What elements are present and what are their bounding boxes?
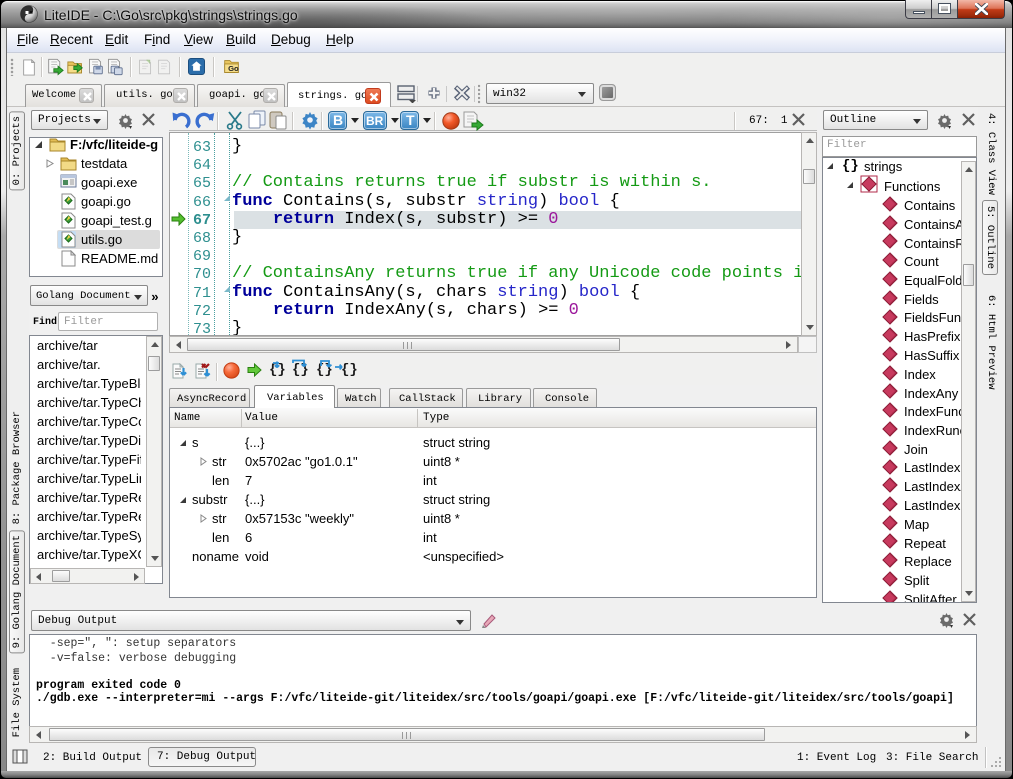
svg-text:Go: Go (228, 64, 239, 73)
